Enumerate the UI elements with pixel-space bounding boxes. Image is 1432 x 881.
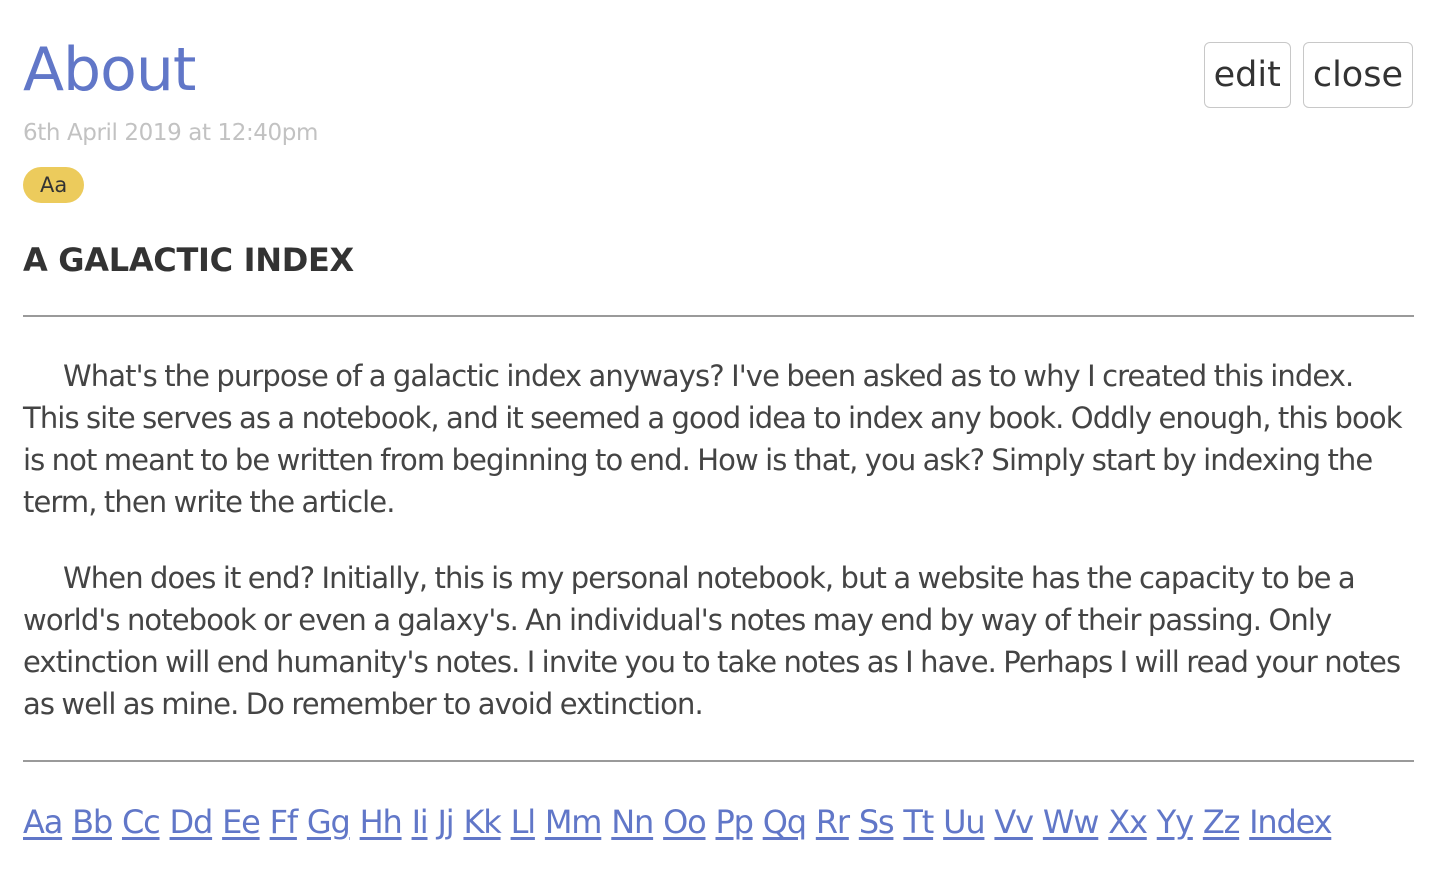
index-link-ss[interactable]: Ss <box>859 800 895 844</box>
index-link-xx[interactable]: Xx <box>1108 800 1148 844</box>
index-link-ff[interactable]: Ff <box>270 800 298 844</box>
index-link-bb[interactable]: Bb <box>72 800 113 844</box>
alphabet-index-nav: Aa Bb Cc Dd Ee Ff Gg Hh Ii Jj Kk Ll Mm N… <box>23 800 1332 844</box>
article-heading: A GALACTIC INDEX <box>23 241 354 279</box>
index-link-index[interactable]: Index <box>1249 800 1332 844</box>
index-link-ee[interactable]: Ee <box>222 800 261 844</box>
index-link-zz[interactable]: Zz <box>1203 800 1241 844</box>
paragraph: What's the purpose of a galactic index a… <box>23 359 1402 519</box>
index-link-tt[interactable]: Tt <box>903 800 934 844</box>
index-link-mm[interactable]: Mm <box>545 800 603 844</box>
index-link-yy[interactable]: Yy <box>1157 800 1194 844</box>
index-link-qq[interactable]: Qq <box>763 800 807 844</box>
paragraph: When does it end? Initially, this is my … <box>23 561 1401 721</box>
index-link-jj[interactable]: Jj <box>438 800 455 844</box>
article-body: What's the purpose of a galactic index a… <box>23 355 1414 759</box>
index-link-dd[interactable]: Dd <box>170 800 214 844</box>
index-link-oo[interactable]: Oo <box>663 800 707 844</box>
index-link-pp[interactable]: Pp <box>715 800 753 844</box>
tiddler-header: About edit close <box>23 0 1414 110</box>
page-title: About <box>23 35 196 105</box>
tag-pill[interactable]: Aa <box>23 167 85 203</box>
index-link-rr[interactable]: Rr <box>816 800 850 844</box>
divider-bottom <box>23 760 1414 762</box>
index-link-vv[interactable]: Vv <box>994 800 1034 844</box>
edit-button[interactable]: edit <box>1203 42 1291 108</box>
index-link-kk[interactable]: Kk <box>463 800 501 844</box>
index-link-ii[interactable]: Ii <box>412 800 429 844</box>
index-link-nn[interactable]: Nn <box>611 800 654 844</box>
toolbar: edit close <box>1203 42 1413 108</box>
divider-top <box>23 315 1414 317</box>
index-link-ww[interactable]: Ww <box>1043 800 1100 844</box>
index-link-gg[interactable]: Gg <box>307 800 351 844</box>
index-link-ll[interactable]: Ll <box>511 800 537 844</box>
index-link-hh[interactable]: Hh <box>360 800 403 844</box>
close-button[interactable]: close <box>1302 42 1413 108</box>
index-link-cc[interactable]: Cc <box>122 800 161 844</box>
modified-date: 6th April 2019 at 12:40pm <box>23 120 318 146</box>
index-link-aa[interactable]: Aa <box>23 800 63 844</box>
tiddler: About edit close 6th April 2019 at 12:40… <box>23 0 1414 841</box>
index-link-uu[interactable]: Uu <box>943 800 986 844</box>
